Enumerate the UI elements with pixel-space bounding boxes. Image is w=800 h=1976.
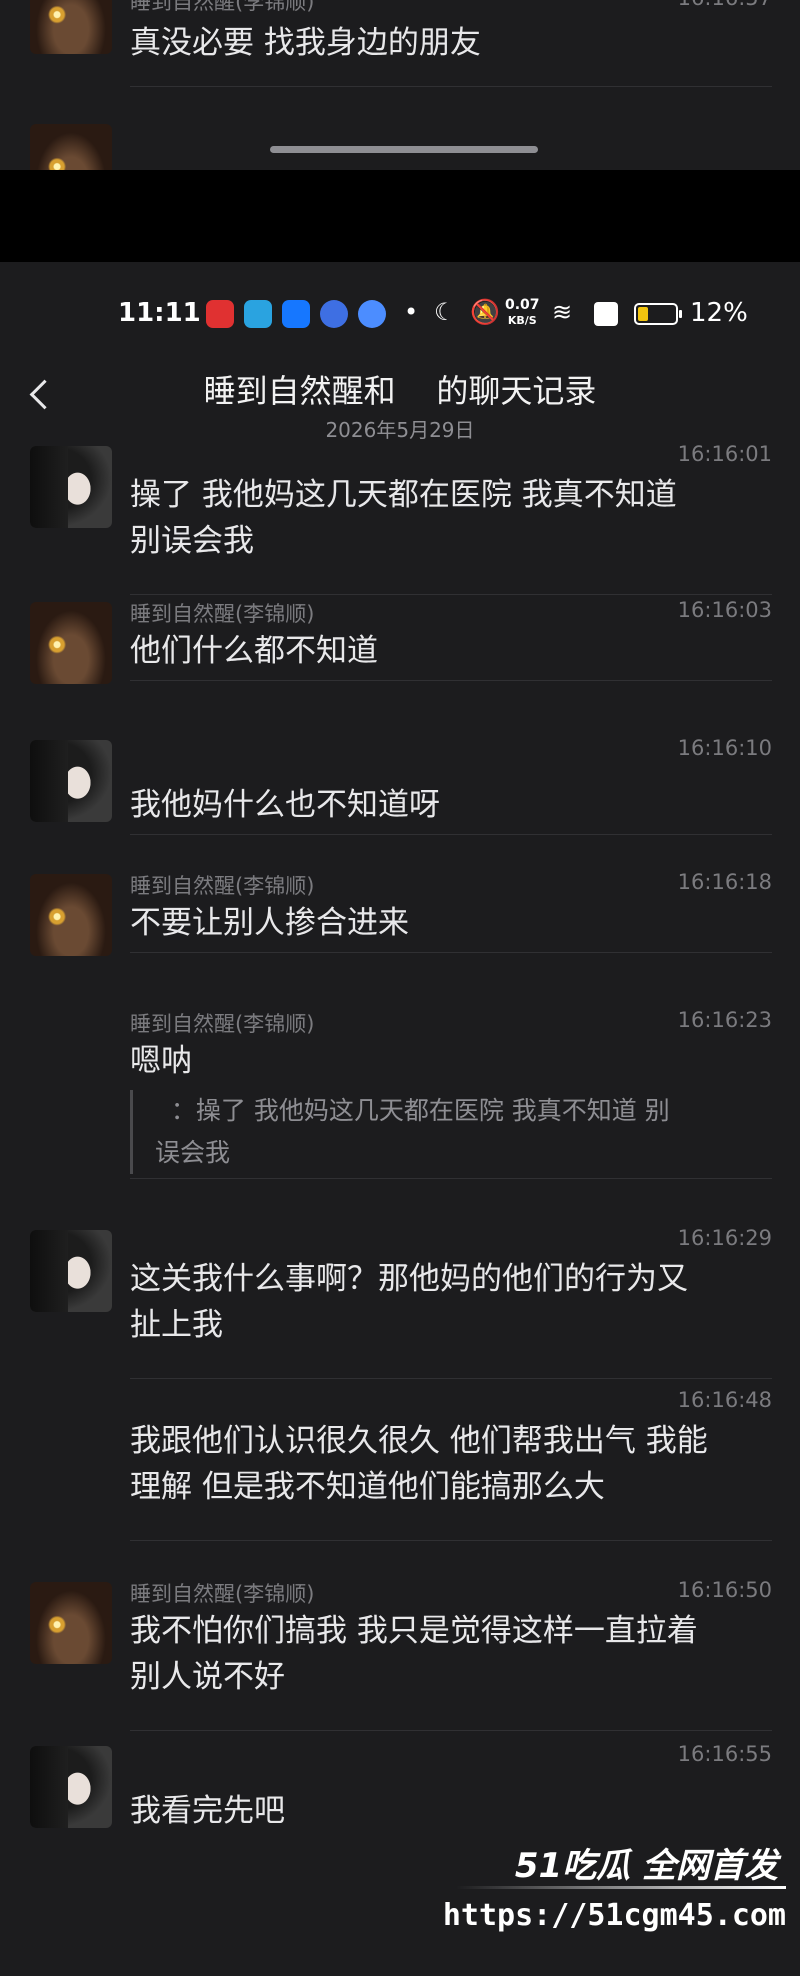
avatar-girl[interactable] bbox=[30, 740, 112, 822]
message-time: 16:16:48 bbox=[677, 1388, 772, 1412]
message-divider bbox=[130, 1378, 772, 1379]
sim-off-icon bbox=[594, 302, 618, 326]
message-time: 16:16:50 bbox=[677, 1578, 772, 1602]
mute-bell-icon: 🔕 bbox=[470, 298, 500, 326]
home-indicator[interactable] bbox=[270, 146, 538, 153]
watermark-underline bbox=[456, 1886, 786, 1889]
message-content: 我看完先吧 bbox=[130, 1793, 285, 1829]
avatar-guy[interactable] bbox=[30, 0, 112, 54]
dot-icon: • bbox=[404, 298, 419, 326]
message-content: 真没必要 找我身边的朋友 bbox=[130, 25, 481, 61]
message-divider bbox=[130, 594, 772, 595]
message-divider bbox=[130, 86, 772, 87]
message-divider bbox=[130, 952, 772, 953]
page-title: 睡到自然醒和 的聊天记录 bbox=[203, 372, 597, 410]
avatar-guy[interactable] bbox=[30, 874, 112, 956]
message-sender: 睡到自然醒(李锦顺) bbox=[130, 1582, 315, 1606]
status-bar: 11:11 • ☾ 🔕 0.07 KB/S ≋ 12% bbox=[0, 294, 800, 338]
net-speed: 0.07 KB/S bbox=[505, 297, 540, 328]
battery-icon bbox=[634, 303, 682, 325]
message-sender: 睡到自然醒(李锦顺) bbox=[130, 0, 315, 14]
avatar-guy[interactable] bbox=[30, 1582, 112, 1664]
message-divider bbox=[130, 680, 772, 681]
message-sender: 睡到自然醒(李锦顺) bbox=[130, 602, 315, 626]
message-content: 我不怕你们搞我 我只是觉得这样一直拉着 别人说不好 bbox=[130, 1613, 698, 1695]
message-content: 他们什么都不知道 bbox=[130, 633, 378, 669]
message-divider bbox=[130, 1540, 772, 1541]
message-time: 16:16:57 bbox=[678, 0, 772, 10]
moon-icon: ☾ bbox=[434, 298, 456, 326]
message-content: 操了 我他妈这几天都在医院 我真不知道 别误会我 bbox=[130, 477, 677, 559]
message-time: 16:16:23 bbox=[677, 1008, 772, 1032]
message-divider bbox=[130, 1178, 772, 1179]
chat-history-screen: 11:11 • ☾ 🔕 0.07 KB/S ≋ 12% 睡到自然醒和 的聊天记录… bbox=[0, 262, 800, 1976]
message-divider bbox=[130, 834, 772, 835]
telegram-icon bbox=[244, 300, 272, 328]
avatar-girl[interactable] bbox=[30, 446, 112, 528]
watermark-url: https://51cgm45.com bbox=[442, 1898, 786, 1933]
watermark: 51吃瓜 全网首发 https://51cgm45.com bbox=[443, 1838, 786, 1958]
avatar-guy[interactable] bbox=[30, 124, 112, 170]
app-icon-red bbox=[206, 300, 234, 328]
message-content: 嗯呐 bbox=[130, 1043, 192, 1079]
message-content: 我跟他们认识很久很久 他们帮我出气 我能 理解 但是我不知道他们能搞那么大 bbox=[130, 1423, 708, 1505]
message-time: 16:16:03 bbox=[677, 598, 772, 622]
baidu-icon bbox=[320, 300, 348, 328]
avatar-girl[interactable] bbox=[30, 1230, 112, 1312]
message-time: 16:16:01 bbox=[677, 442, 772, 466]
message-time: 16:16:55 bbox=[677, 1742, 772, 1766]
message-time: 16:16:10 bbox=[677, 736, 772, 760]
avatar-girl[interactable] bbox=[30, 1746, 112, 1828]
message-content: 我他妈什么也不知道呀 bbox=[130, 787, 440, 823]
message-content: 不要让别人掺合进来 bbox=[130, 905, 409, 941]
watermark-logo: 51吃瓜 全网首发 bbox=[514, 1846, 778, 1886]
message-content: 这关我什么事啊？那他妈的他们的行为又 扯上我 bbox=[130, 1261, 688, 1343]
status-time: 11:11 bbox=[118, 298, 201, 328]
message-time: 16:16:18 bbox=[677, 870, 772, 894]
quoted-message: ：操了 我他妈这几天都在医院 我真不知道 别 误会我 bbox=[130, 1090, 775, 1174]
wifi-icon: ≋ bbox=[552, 298, 573, 326]
alipay-icon bbox=[282, 300, 310, 328]
avatar-guy[interactable] bbox=[30, 602, 112, 684]
battery-percent: 12% bbox=[690, 298, 748, 328]
previous-screenshot-panel: 睡到自然醒(李锦顺) 16:16:57 真没必要 找我身边的朋友 bbox=[0, 0, 800, 170]
message-divider bbox=[130, 1730, 772, 1731]
message-sender: 睡到自然醒(李锦顺) bbox=[130, 874, 315, 898]
message-sender: 睡到自然醒(李锦顺) bbox=[130, 1012, 315, 1036]
message-time: 16:16:29 bbox=[677, 1226, 772, 1250]
chat-date: 2026年5月29日 bbox=[325, 418, 475, 442]
browser-icon bbox=[358, 300, 386, 328]
